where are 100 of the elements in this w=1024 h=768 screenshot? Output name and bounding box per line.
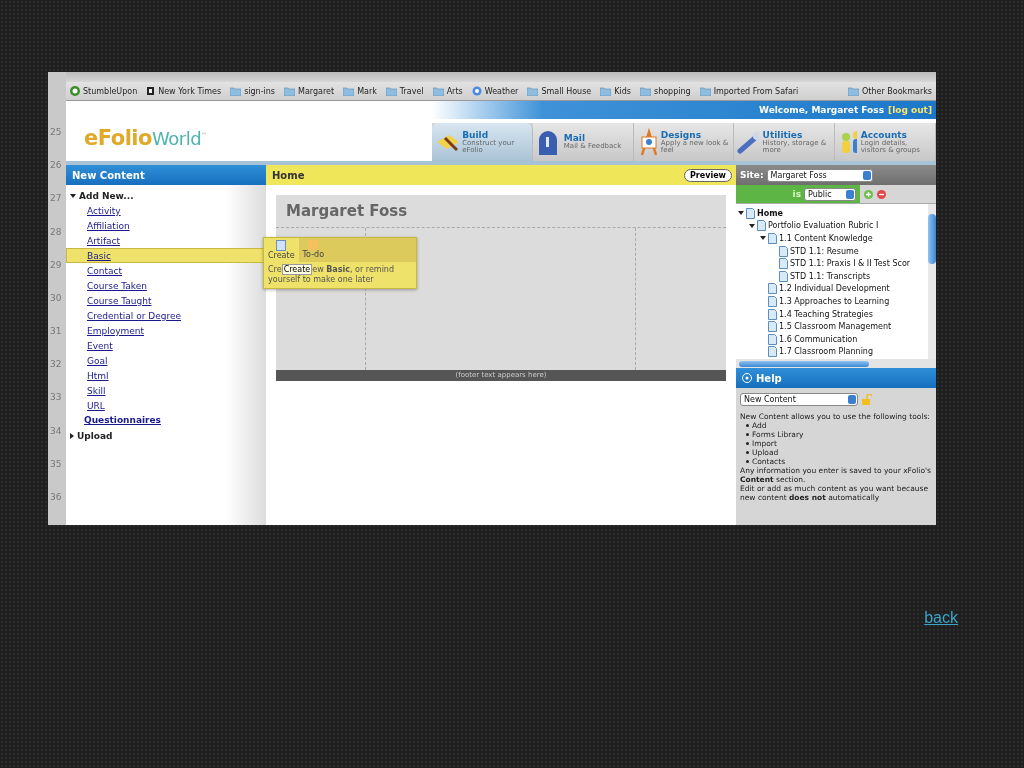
document-icon [276,240,287,251]
content-type-link[interactable]: Employment [66,323,266,338]
page-title: Margaret Foss [285,201,409,222]
page-icon [768,233,777,244]
folder-icon [639,86,651,96]
content-type-link[interactable]: Artifact [66,233,266,248]
weather-icon [471,86,482,96]
bookmark[interactable]: Mark [343,86,377,96]
tree-item[interactable]: STD 1.1: Transcripts [738,269,871,283]
page-icon [768,295,777,307]
scrollbar[interactable] [736,359,936,368]
content-type-link[interactable]: Course Taken [66,278,266,293]
page-icon [779,270,788,282]
content-type-link[interactable]: Activity [66,203,266,218]
content-type-link[interactable]: Course Taught [66,293,266,308]
bookmark[interactable]: Imported From Safari [699,86,799,96]
page-icon [768,333,777,345]
help-topic-select[interactable]: New Content [740,392,858,406]
stumble-logo-icon [70,86,80,96]
content-type-link[interactable]: Skill [66,383,266,398]
questionnaires-link[interactable]: Questionnaires [66,413,266,428]
line-number: 26 [49,160,63,173]
bookmark[interactable]: Other Bookmarks [848,86,932,96]
tree-item[interactable]: 1.2 Individual Development [738,282,890,296]
popup-action[interactable]: To-do [298,238,329,262]
tree-item[interactable]: 1.7 Classroom Planning [738,345,873,359]
page-icon [746,207,755,219]
tree-item[interactable]: 1.4 Teaching Strategies [738,307,873,321]
page-icon [768,321,777,333]
line-number: 32 [49,359,63,372]
remove-icon[interactable] [877,189,886,199]
tree-item[interactable]: Portfolio Evaluation Rubric I [738,219,879,233]
bookmark[interactable]: Travel [385,86,424,96]
content-type-link[interactable]: Goal [66,353,266,368]
line-number: 27 [49,193,63,206]
bookmark[interactable]: Margaret [284,86,335,96]
group-toggle[interactable]: Upload [66,428,266,443]
folder-icon [343,86,355,96]
folder-icon [699,86,711,96]
tree-item[interactable]: 1.1 Content Knowledge [738,232,873,245]
folder-icon [527,86,539,96]
tree-item[interactable]: STD 1.1: Praxis I & II Test Scor [738,257,911,270]
folder-icon [432,86,444,96]
line-number: 34 [49,425,63,438]
line-number: 35 [49,458,63,471]
tree-item[interactable]: 1.3 Approaches to Learning [738,295,890,308]
bookmark[interactable]: Arts [432,86,463,96]
tree-item[interactable]: STD 1.1: Resume [738,244,859,258]
preview-button[interactable]: Preview [684,168,732,182]
group-label: Upload [77,430,113,441]
content-type-link[interactable]: URL [66,398,266,413]
logout-link[interactable]: [log out] [888,105,932,115]
line-number: 36 [49,491,63,504]
page-bar-title: Home [272,169,305,181]
visibility-label: is [792,189,801,199]
page-icon [768,308,777,320]
content-type-link[interactable]: Affiliation [66,218,266,233]
content-type-link[interactable]: Credential or Degree [66,308,266,323]
scrollbar[interactable] [928,204,936,359]
folder-icon [600,86,612,96]
group-toggle[interactable]: Add New... [66,188,266,203]
line-number: 25 [49,127,63,139]
help-title: Help [736,368,936,388]
page-icon [757,220,766,232]
logo: eFolioWorld$^{™}$ [84,126,207,150]
page-icon [768,283,777,295]
bookmark[interactable]: Small House [527,86,592,96]
line-number: 30 [49,292,63,305]
disclosure-icon[interactable] [70,432,74,439]
site-select[interactable]: Margaret Foss [766,168,873,182]
content-type-link[interactable]: Contact [66,263,266,278]
back-link[interactable]: back [924,609,958,627]
welcome-text: Welcome, Margaret Foss [759,105,885,115]
content-type-link[interactable]: Event [66,338,266,353]
popup-description: Cre Create ew Basic, or remind yourself to make one later [267,263,395,286]
line-number: 33 [49,392,63,405]
bookmark[interactable]: sign-ins [230,86,275,96]
page-icon [779,258,788,270]
bookmark[interactable]: New York Times [146,86,222,96]
bookmark[interactable]: Weather [471,86,519,96]
folder-icon [848,86,860,96]
tree-item[interactable]: Home [738,207,783,220]
note-icon [308,240,319,250]
page-icon [768,346,777,358]
folder-icon [385,86,397,96]
panel-title: New Content [66,165,266,185]
bookmark[interactable]: Kids [600,86,631,96]
line-number: 31 [49,326,63,339]
popup-action[interactable]: Create [264,238,299,262]
help-icon [742,373,752,383]
bookmark[interactable]: StumbleUpon [70,86,138,96]
tree-item[interactable]: 1.5 Classroom Management [738,320,892,333]
visibility-select[interactable]: Public [804,187,856,201]
bookmark[interactable]: shopping [639,86,691,96]
line-number: 28 [49,226,63,239]
tree-item[interactable]: 1.6 Communication [738,332,858,346]
disclosure-icon[interactable] [70,193,76,198]
content-type-link[interactable]: Html [66,368,266,383]
folder-icon [230,86,242,96]
content-type-link[interactable]: Basic [66,248,266,263]
